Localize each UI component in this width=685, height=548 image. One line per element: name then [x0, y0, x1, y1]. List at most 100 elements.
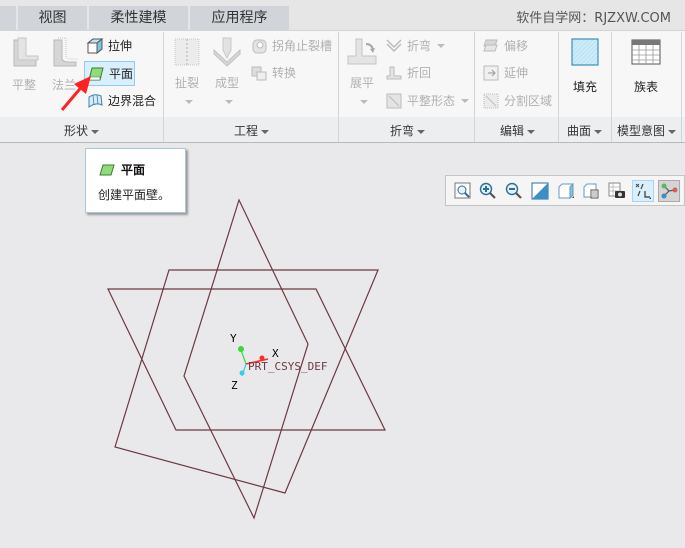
zoom-out-icon [505, 182, 523, 200]
repaint-icon [531, 182, 549, 200]
offset-label: 偏移 [504, 39, 529, 53]
tooltip-description: 创建平面壁。 [98, 188, 171, 202]
split-area-button[interactable]: 分割区域 [482, 90, 552, 112]
flange-wall-icon [48, 36, 80, 70]
group-divider [681, 32, 682, 142]
flat-state-icon [385, 92, 403, 110]
csys-y-axis [240, 349, 247, 365]
fill-surface-icon [571, 38, 599, 66]
unbend-label: 展平 [349, 76, 374, 90]
extend-icon [482, 64, 500, 82]
chevron-down-icon [437, 44, 446, 48]
extend-button[interactable]: 延伸 [482, 62, 528, 84]
group-label-bend[interactable]: 折弯 [390, 122, 426, 139]
fill-button[interactable]: 填充 [566, 38, 604, 95]
planar-label: 平面 [109, 66, 134, 81]
group-label-text: 模型意图 [617, 124, 666, 138]
zoom-out-button[interactable] [504, 180, 525, 202]
chevron-down-icon [359, 99, 368, 104]
annotation-arrow [60, 76, 91, 111]
group-label-edit[interactable]: 编辑 [500, 122, 536, 139]
extend-label: 延伸 [504, 66, 529, 80]
tooltip: 平面 创建平面壁。 [85, 148, 186, 213]
tab-flexible-modeling[interactable]: 柔性建模 [89, 6, 189, 30]
zoom-in-button[interactable] [478, 180, 499, 202]
repaint-button[interactable] [529, 180, 550, 202]
offset-button[interactable]: 偏移 [482, 35, 528, 57]
chevron-down-icon [261, 129, 270, 134]
form-label: 成型 [214, 76, 239, 90]
group-label-shape[interactable]: 形状 [64, 122, 100, 139]
bend-back-button[interactable]: 折回 [385, 62, 431, 84]
chevron-down-icon [461, 99, 470, 103]
corner-relief-icon [250, 37, 268, 55]
convert-icon [250, 64, 268, 82]
extrude-label: 拉伸 [108, 39, 133, 53]
zoom-in-icon [479, 182, 497, 200]
group-label-text: 曲面 [567, 124, 592, 138]
flat-wall-icon [8, 36, 40, 70]
csys-y-point [238, 346, 244, 352]
extrude-button[interactable]: 拉伸 [86, 35, 132, 57]
group-label-surface[interactable]: 曲面 [567, 122, 603, 139]
bend-label: 折弯 [407, 39, 432, 53]
tab-hidden[interactable] [0, 6, 17, 30]
ribbon-tab-bar: 视图 柔性建模 应用程序 软件自学网：RJZXW.COM [0, 0, 685, 30]
tooltip-title-text: 平面 [121, 163, 146, 177]
flat-state-label: 平整形态 [407, 94, 456, 108]
chevron-down-icon [91, 129, 100, 134]
display-style-button[interactable] [555, 180, 576, 202]
chevron-down-icon [224, 99, 233, 104]
chevron-down-icon [184, 99, 193, 104]
rip-button[interactable]: 扯裂 [170, 36, 204, 105]
convert-button[interactable]: 转换 [250, 62, 296, 84]
flat-state-button[interactable]: 平整形态 [385, 90, 470, 112]
group-divider [611, 32, 612, 142]
annotation-display-button[interactable] [658, 179, 680, 202]
planar-surface-edge[interactable] [107, 288, 386, 431]
chevron-down-icon [417, 129, 426, 134]
tab-applications[interactable]: 应用程序 [190, 6, 290, 30]
annotation-display-icon [660, 182, 678, 200]
group-divider [474, 32, 475, 142]
planar-wall-icon [99, 164, 115, 176]
refit-button[interactable] [452, 180, 473, 202]
refit-icon [454, 182, 472, 200]
chevron-down-icon [527, 129, 536, 134]
watermark: 软件自学网：RJZXW.COM [516, 11, 671, 26]
convert-label: 转换 [272, 66, 297, 80]
family-table-label: 族表 [633, 80, 658, 94]
saved-orientations-button[interactable] [581, 180, 602, 202]
group-label-text: 折弯 [390, 124, 415, 138]
split-area-label: 分割区域 [504, 94, 553, 108]
display-style-icon [557, 182, 575, 200]
group-label-text: 形状 [64, 124, 89, 138]
rip-icon [172, 36, 202, 68]
corner-relief-button[interactable]: 拐角止裂槽 [250, 35, 332, 57]
form-button[interactable]: 成型 [210, 36, 244, 105]
rip-label: 扯裂 [174, 76, 199, 90]
bend-back-icon [385, 64, 403, 82]
fill-label: 填充 [572, 80, 597, 94]
datum-display-button[interactable] [632, 179, 654, 202]
extrude-icon [86, 37, 104, 55]
group-divider [338, 32, 339, 142]
chevron-down-icon [668, 129, 677, 134]
group-label-model-intent[interactable]: 模型意图 [617, 122, 677, 139]
csys-z-point [239, 370, 245, 376]
form-icon [212, 36, 242, 68]
view-toolbar [445, 175, 685, 206]
csys-x-label: X [272, 347, 279, 360]
tab-view[interactable]: 视图 [18, 6, 88, 30]
bend-button[interactable]: 折弯 [385, 35, 446, 57]
view-manager-button[interactable] [607, 180, 628, 202]
datum-display-icon [634, 182, 652, 200]
family-table-button[interactable]: 族表 [626, 38, 666, 95]
tooltip-title: 平面 [99, 161, 145, 178]
unbend-button[interactable]: 展平 [344, 36, 380, 105]
group-divider [558, 32, 559, 142]
flat-button[interactable]: 平整 [6, 36, 42, 93]
unbend-icon [346, 36, 378, 68]
planar-surface-edge[interactable] [114, 269, 379, 494]
group-label-engineering[interactable]: 工程 [234, 122, 270, 139]
